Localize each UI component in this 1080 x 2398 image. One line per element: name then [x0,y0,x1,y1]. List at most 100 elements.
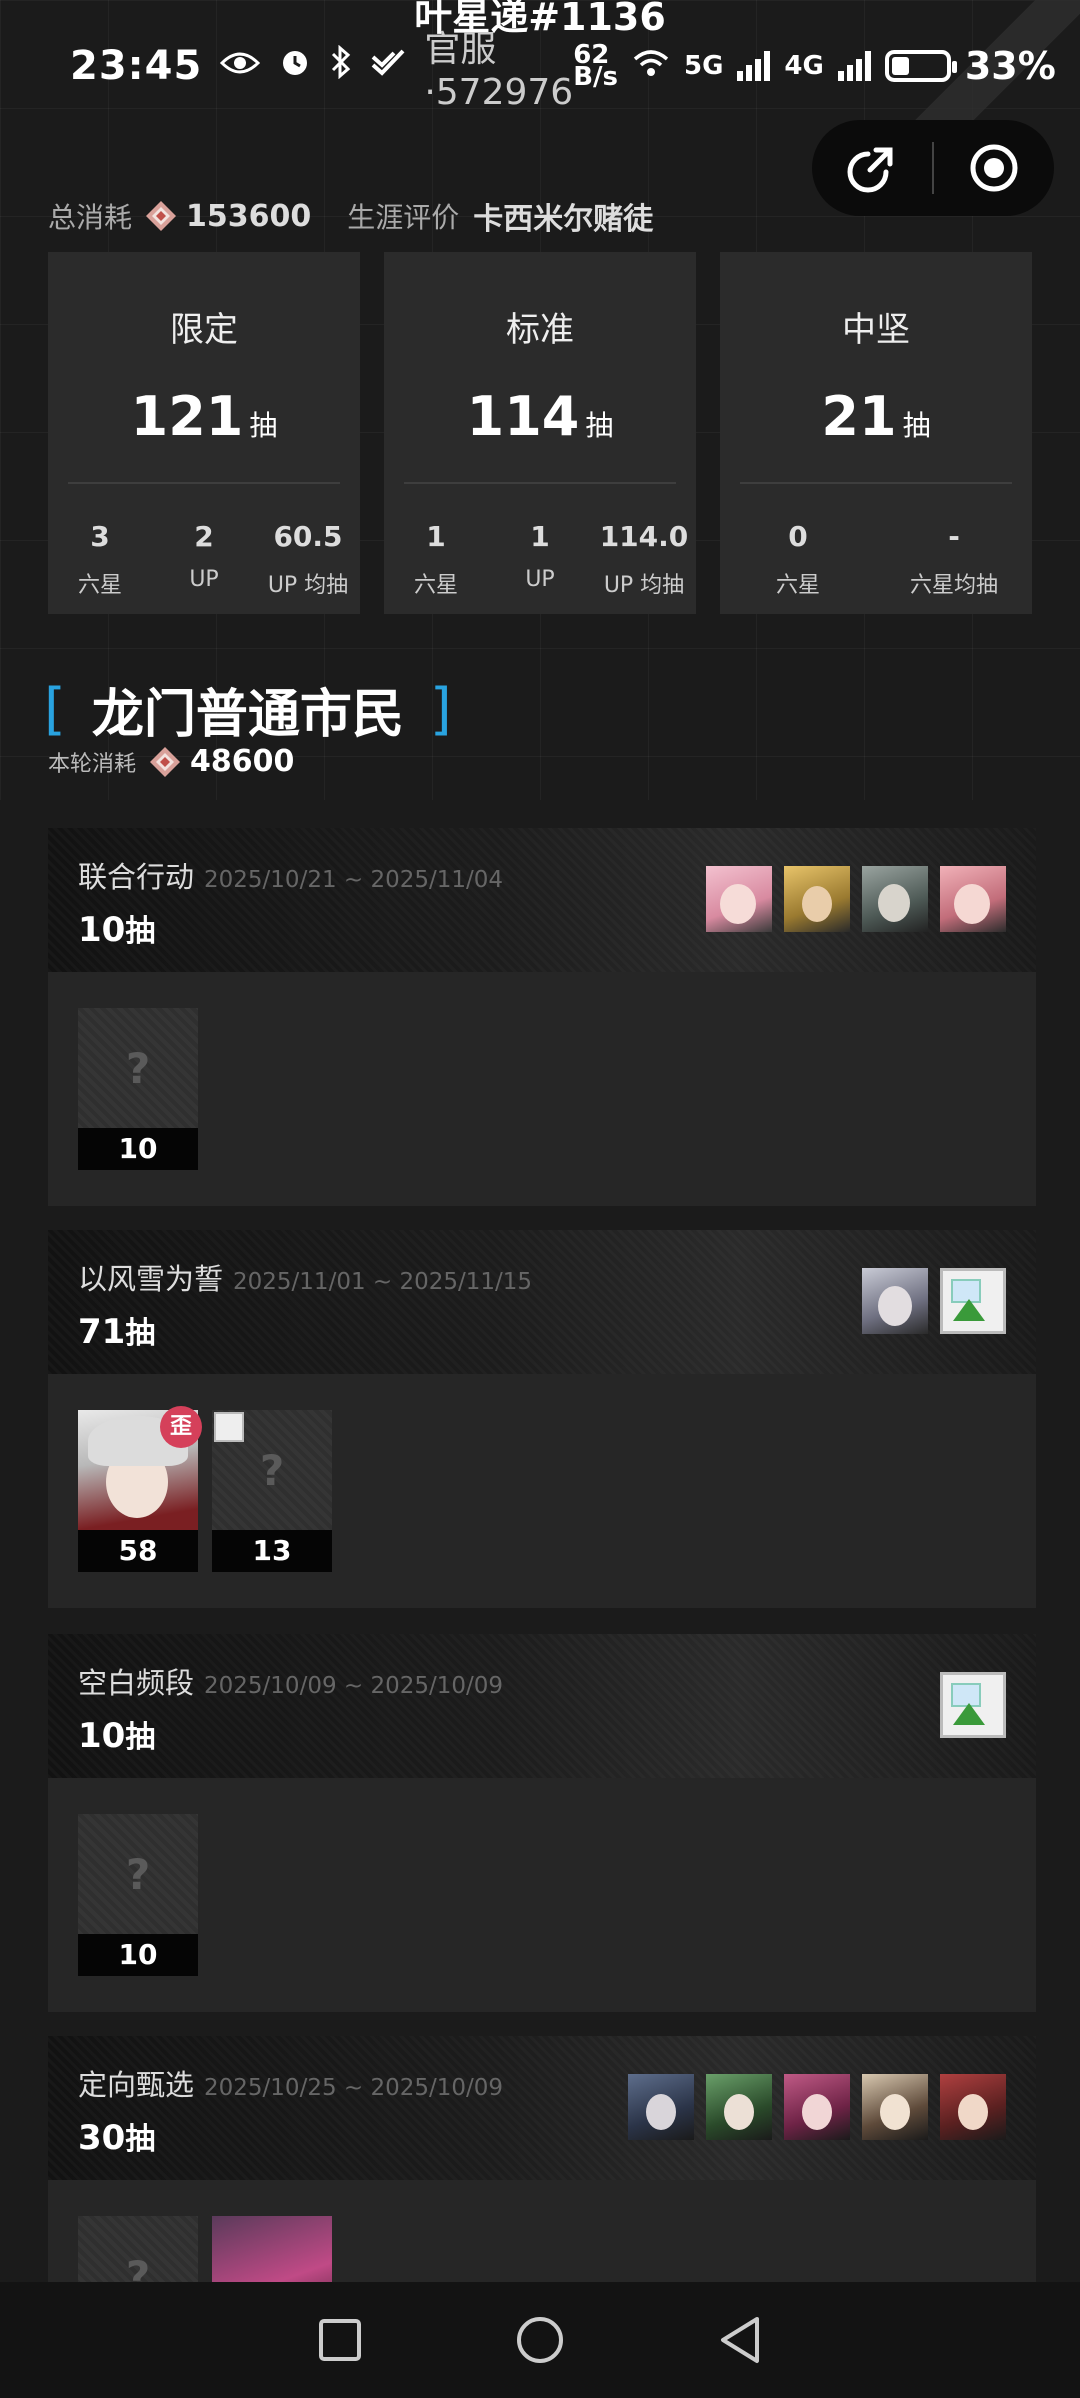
stat-card-limited: 限定 121 抽 3 六星 2 UP 60.5 UP 均抽 [48,252,360,614]
banner-featured-operators [628,2074,1006,2140]
banner-pulls: 71 [78,1312,126,1352]
stat-num: 3 [90,520,110,553]
banner-pulls-unit: 抽 [125,1720,156,1755]
banner-date: 2025/10/25 ~ 2025/10/09 [204,2075,504,2101]
stat-divider [740,482,1012,484]
banner-pulls: 10 [78,1716,126,1756]
originite-icon [146,201,177,231]
section-title-text: 龙门普通市民 [91,685,404,745]
miniprogram-capsule [812,120,1054,216]
back-button[interactable] [710,2310,770,2370]
stat-num: 0 [788,520,808,553]
banner-name: 以风雪为誓 [78,1262,224,1296]
result-card[interactable]: ? 13 [212,1410,332,1572]
banner-card[interactable]: 定向甄选 2025/10/25 ~ 2025/10/09 30抽 ? [48,2036,1036,2282]
stat-label: 六星均抽 [909,573,998,598]
system-navigation-bar [0,2282,1080,2398]
share-button[interactable] [812,120,932,216]
operator-avatar [862,1268,928,1334]
result-pull-count: 10 [78,1934,198,1976]
stat-label: 六星 [413,573,458,598]
result-card[interactable]: ? 10 [78,1814,198,1976]
operator-avatar [628,2074,694,2140]
unknown-operator-icon: ? [78,1814,198,1934]
stat-label: UP 均抽 [603,573,685,598]
bracket-left-icon: [ [44,677,66,742]
banner-results: ? 10 [48,972,1036,1206]
unknown-operator-icon: ? [78,2216,198,2282]
net-5g-label: 5G [683,51,724,81]
server-label: 官服·572976 [424,28,574,113]
banner-date: 2025/10/09 ~ 2025/10/09 [204,1673,504,1699]
operator-avatar [784,866,850,932]
operator-avatar [706,866,772,932]
stat-num: 114.0 [599,520,689,553]
battery-percent: 33% [964,44,1056,88]
stat-num: 1 [530,520,550,553]
stat-num: 60.5 [273,520,343,553]
result-pull-count: 58 [78,1530,198,1572]
back-triangle-icon [721,2317,759,2363]
stat-num: - [948,520,960,553]
recent-apps-button[interactable] [310,2310,370,2370]
stat-unit: 抽 [585,409,614,442]
total-cost-label: 总消耗 [48,201,133,234]
battery-icon [884,50,957,82]
stat-label: 六星 [775,573,820,598]
speed-unit: B/s [573,62,618,92]
banner-date: 2025/10/21 ~ 2025/11/04 [204,867,504,893]
banner-card[interactable]: 空白频段 2025/10/09 ~ 2025/10/09 10抽 ? 10 [48,1634,1036,2012]
stat-card-core: 中坚 21 抽 0 六星 - 六星均抽 [720,252,1032,614]
stat-label: UP [525,567,555,592]
status-time: 23:45 [70,43,203,89]
banner-card[interactable]: 联合行动 2025/10/21 ~ 2025/11/04 10抽 ? 10 [48,828,1036,1206]
square-icon [319,2319,361,2361]
bluetooth-icon [330,44,352,88]
stat-count: 21 [821,385,897,448]
alarm-icon [278,45,312,88]
operator-avatar [706,2074,772,2140]
round-cost-value: 48600 [190,744,295,779]
stat-count: 114 [466,385,580,448]
banner-results: 歪 58 ? 13 [48,1374,1036,1608]
banner-header: 空白频段 2025/10/09 ~ 2025/10/09 10抽 [48,1634,1036,1778]
wifi-icon [632,47,670,86]
banner-featured-operators [862,1268,1006,1334]
result-card[interactable]: ? 10 [78,1008,198,1170]
stat-divider [404,482,676,484]
banner-results: ? 10 [48,1778,1036,2012]
round-cost: 本轮消耗 48600 [48,744,294,779]
banner-card[interactable]: 以风雪为誓 2025/11/01 ~ 2025/11/15 71抽 歪 58 ? … [48,1230,1036,1608]
broken-image-icon [940,1672,1006,1738]
banner-pulls-unit: 抽 [125,1316,156,1351]
share-icon [847,147,893,193]
stat-category: 中坚 [842,310,910,350]
circle-icon [517,2317,563,2363]
operator-avatar [940,866,1006,932]
stat-unit: 抽 [249,409,278,442]
stat-label: UP [189,567,219,592]
operator-avatar [862,2074,928,2140]
status-bar: 23:45 官服·572976 62 B/s 5G 4G 33% [70,29,1056,113]
signal-5g-icon [737,51,771,81]
signal-4g-icon [837,51,871,81]
result-card[interactable]: ? [78,2216,198,2282]
result-card[interactable] [212,2216,332,2282]
target-icon [970,144,1018,192]
career-label: 生涯评价 [347,201,460,234]
unknown-operator-icon: ? [78,1008,198,1128]
result-pull-count: 10 [78,1128,198,1170]
operator-portrait [212,2216,332,2282]
stat-card-standard: 标准 114 抽 1 六星 1 UP 114.0 UP 均抽 [384,252,696,614]
broken-image-icon [214,1412,244,1442]
stat-label: UP 均抽 [267,573,349,598]
banner-results: ? [48,2180,1036,2282]
banner-pulls: 10 [78,910,126,950]
nfc-icon [370,46,406,86]
close-miniprogram-button[interactable] [934,120,1054,216]
operator-avatar [784,2074,850,2140]
broken-image-icon [940,1268,1006,1334]
home-button[interactable] [510,2310,570,2370]
result-card[interactable]: 歪 58 [78,1406,202,1572]
summary-line: 总消耗 153600 生涯评价 卡西米尔赌徒 [48,194,653,238]
